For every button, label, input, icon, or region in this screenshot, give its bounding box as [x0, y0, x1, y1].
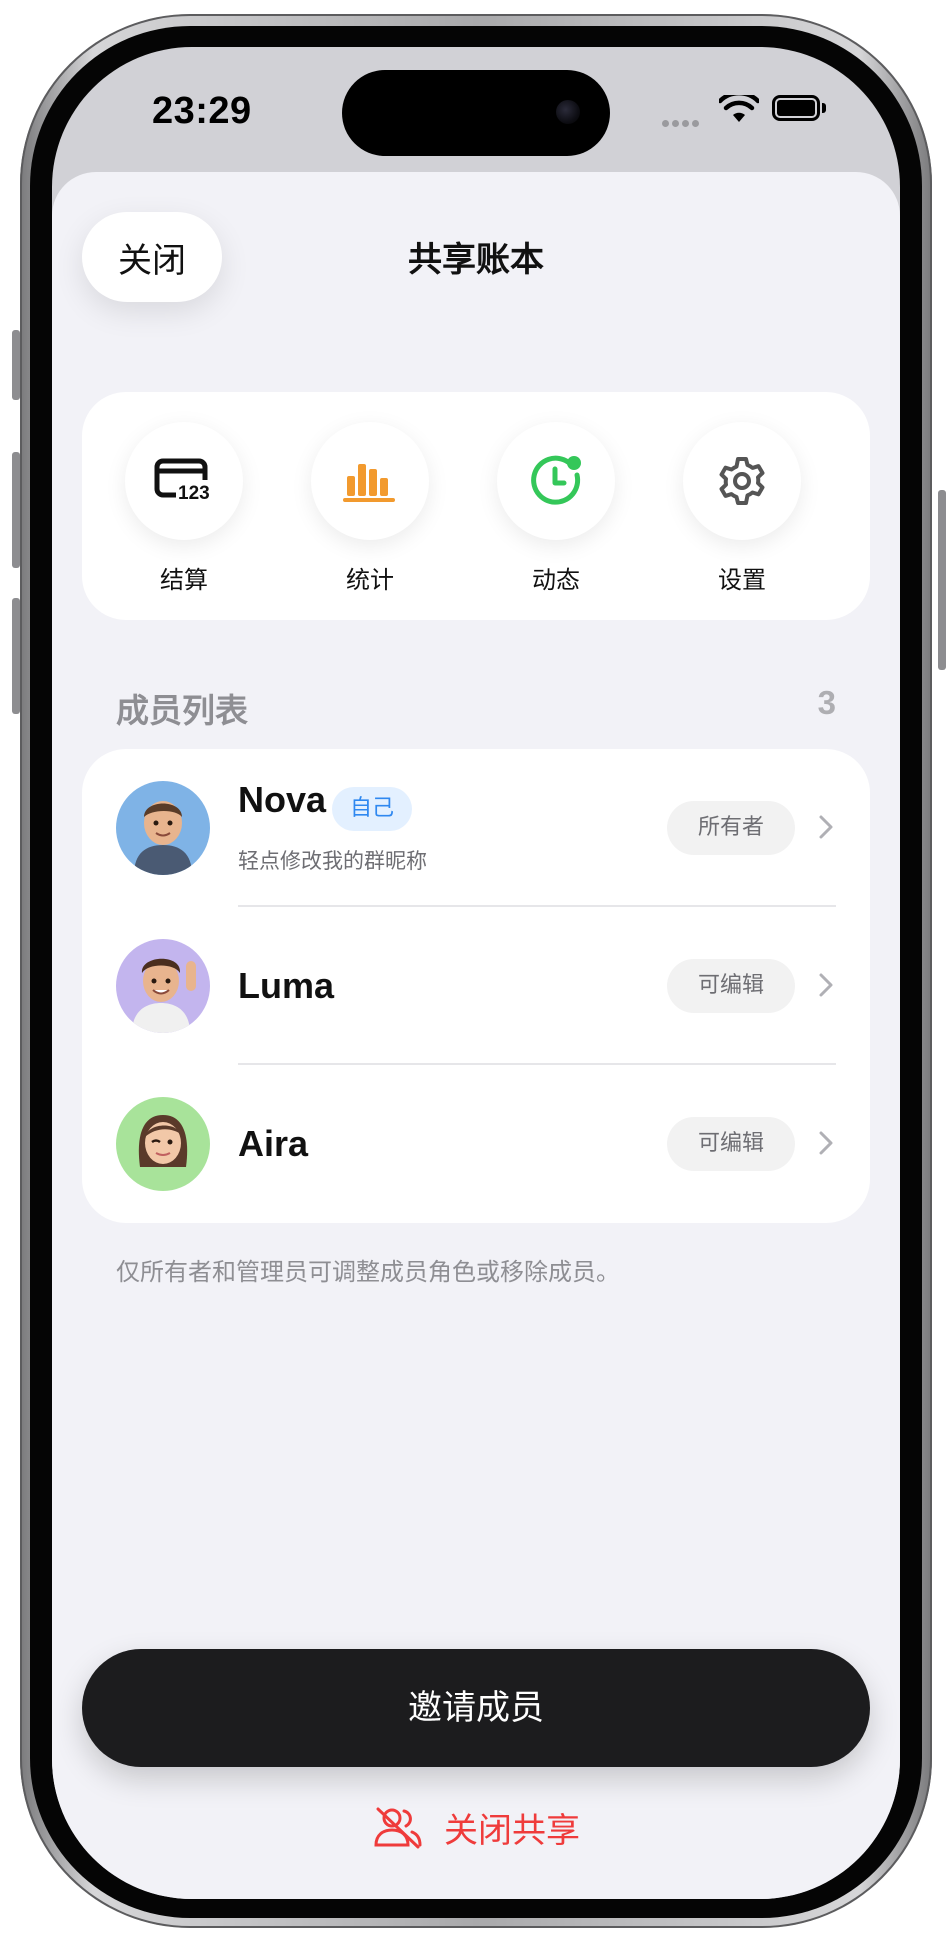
chevron-right-icon — [819, 1131, 833, 1155]
permissions-footnote: 仅所有者和管理员可调整成员角色或移除成员。 — [116, 1258, 620, 1286]
stop-sharing-label: 关闭共享 — [444, 1810, 580, 1851]
avatar — [116, 781, 210, 875]
svg-text:123: 123 — [178, 483, 210, 504]
members-list: Nova 自己 轻点修改我的群昵称 所有者 Luma 可编辑 Aira 可编辑 — [82, 749, 870, 1223]
gear-icon — [719, 457, 765, 505]
share-ledger-sheet: 关闭 共享账本 123 结算 统计 动态 设置 成员列表 3 Nova 自己 轻… — [52, 172, 900, 1899]
action-statistics[interactable]: 统计 — [310, 422, 430, 595]
wifi-icon — [719, 95, 759, 122]
cellular-signal-icon — [662, 112, 702, 131]
self-badge: 自己 — [332, 787, 413, 831]
statistics-circle — [311, 422, 429, 540]
avatar — [116, 939, 210, 1033]
volume-up-button — [12, 452, 20, 568]
members-count: 3 — [817, 684, 836, 721]
chevron-right-icon — [819, 815, 833, 839]
member-row-nova[interactable]: Nova 自己 轻点修改我的群昵称 所有者 — [82, 749, 870, 907]
member-row-aira[interactable]: Aira 可编辑 — [82, 1065, 870, 1223]
member-row-luma[interactable]: Luma 可编辑 — [82, 907, 870, 1065]
memoji-avatar-icon — [116, 781, 210, 875]
activity-circle — [497, 422, 615, 540]
card-123-icon: 123 — [154, 458, 214, 504]
action-activity[interactable]: 动态 — [496, 422, 616, 595]
invite-members-button[interactable]: 邀请成员 — [82, 1649, 870, 1767]
settlement-label: 结算 — [160, 566, 208, 594]
bar-chart-icon — [343, 464, 395, 502]
camera-icon — [556, 100, 580, 124]
action-settings[interactable]: 设置 — [682, 422, 802, 595]
edit-nickname-hint[interactable]: 轻点修改我的群昵称 — [238, 845, 427, 875]
action-button — [12, 330, 20, 400]
avatar — [116, 1097, 210, 1191]
screen: 23:29 关闭 共享账本 123 结算 统计 动态 设置 成员列表 3 Nov… — [52, 47, 900, 1899]
chevron-right-icon — [819, 973, 833, 997]
dynamic-island — [342, 70, 610, 156]
page-title: 共享账本 — [408, 240, 544, 280]
member-name: Aira — [238, 1123, 309, 1164]
status-time: 23:29 — [152, 90, 252, 132]
stop-sharing-icon — [374, 1807, 422, 1849]
battery-icon — [772, 95, 828, 123]
activity-label: 动态 — [532, 566, 580, 594]
memoji-avatar-icon — [116, 939, 210, 1033]
clock-activity-icon — [531, 455, 581, 505]
role-badge[interactable]: 可编辑 — [667, 959, 795, 1013]
member-name: Luma — [238, 965, 335, 1006]
status-bar: 23:29 — [52, 47, 900, 172]
statistics-label: 统计 — [346, 566, 394, 594]
memoji-avatar-icon — [116, 1097, 210, 1191]
member-name: Nova — [238, 779, 327, 820]
settings-label: 设置 — [718, 566, 766, 594]
action-settlement[interactable]: 123 结算 — [124, 422, 244, 595]
quick-actions-card: 123 结算 统计 动态 设置 — [82, 392, 870, 620]
settlement-circle: 123 — [125, 422, 243, 540]
volume-down-button — [12, 598, 20, 714]
stop-sharing-button[interactable]: 关闭共享 — [52, 1802, 900, 1852]
power-button — [938, 490, 946, 670]
settings-circle — [683, 422, 801, 540]
members-section-title: 成员列表 — [116, 691, 248, 730]
role-badge: 所有者 — [667, 801, 795, 855]
role-badge[interactable]: 可编辑 — [667, 1117, 795, 1171]
